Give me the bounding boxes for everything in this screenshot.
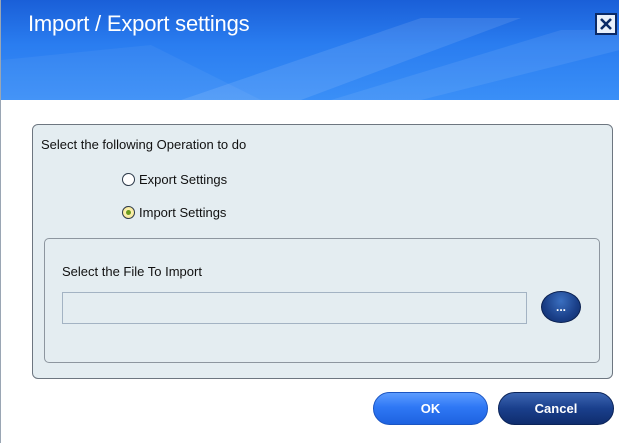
export-settings-radio-option[interactable]: Export Settings — [122, 172, 227, 187]
import-settings-radio[interactable] — [122, 206, 135, 219]
import-settings-radio-option[interactable]: Import Settings — [122, 205, 226, 220]
close-x-icon — [600, 18, 612, 30]
export-settings-radio[interactable] — [122, 173, 135, 186]
import-export-dialog: Import / Export settings Select the foll… — [0, 0, 619, 443]
file-import-label: Select the File To Import — [62, 264, 202, 279]
file-path-input[interactable] — [62, 292, 527, 324]
operation-prompt-label: Select the following Operation to do — [41, 137, 247, 152]
close-button[interactable] — [595, 13, 617, 35]
title-bar[interactable]: Import / Export settings — [1, 0, 619, 100]
cancel-button[interactable]: Cancel — [498, 392, 614, 425]
ok-button[interactable]: OK — [373, 392, 488, 425]
export-settings-label: Export Settings — [139, 172, 228, 187]
window-title: Import / Export settings — [28, 11, 250, 36]
import-settings-label: Import Settings — [139, 205, 227, 220]
browse-button[interactable]: ... — [541, 291, 581, 323]
